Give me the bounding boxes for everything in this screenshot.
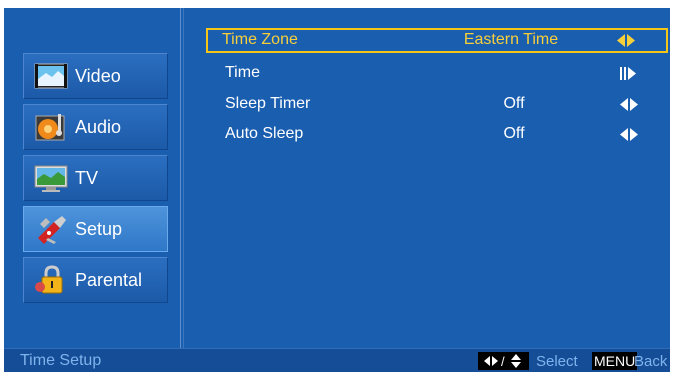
sidebar-divider — [180, 8, 181, 348]
navigate-keys-icon: / — [478, 352, 529, 370]
sidebar-item-label: Setup — [75, 218, 123, 239]
sidebar-item-parental[interactable]: Parental — [23, 257, 168, 303]
sidebar-item-tv[interactable]: TV — [23, 155, 168, 201]
select-hint: Select — [536, 353, 578, 370]
setting-label: Auto Sleep — [225, 125, 304, 142]
sidebar: Video Audio TV Setup Parental — [4, 8, 180, 348]
setting-row-time-zone[interactable]: Time Zone Eastern Time — [206, 28, 668, 53]
menu-key-badge: MENU — [592, 352, 638, 370]
svg-text:/: / — [501, 354, 505, 369]
video-icon — [34, 61, 68, 91]
left-right-arrows-icon[interactable] — [619, 128, 639, 141]
parental-lock-icon — [34, 265, 68, 295]
sidebar-item-label: TV — [75, 167, 99, 188]
left-right-arrows-icon[interactable] — [616, 34, 636, 47]
setting-label: Time — [225, 64, 260, 81]
setting-value: Eastern Time — [463, 31, 559, 48]
setting-label: Sleep Timer — [225, 95, 311, 112]
sidebar-item-label: Video — [75, 65, 121, 86]
setting-value: Off — [503, 125, 525, 142]
setting-value: Off — [503, 95, 525, 112]
setting-row-sleep-timer[interactable]: Sleep Timer Off — [209, 92, 669, 117]
osd-menu-screen: Video Audio TV Setup Parental Time Zone … — [4, 8, 670, 372]
sidebar-item-label: Parental — [75, 269, 143, 290]
footer-bar: Time Setup / Select MENU Back — [4, 348, 670, 372]
left-right-arrows-icon[interactable] — [619, 98, 639, 111]
enter-arrow-icon[interactable] — [619, 67, 639, 80]
setting-row-time[interactable]: Time — [209, 61, 669, 86]
tv-icon — [34, 163, 68, 193]
footer-title: Time Setup — [20, 352, 102, 369]
back-hint: Back — [634, 353, 668, 370]
sidebar-item-audio[interactable]: Audio — [23, 104, 168, 150]
setting-row-auto-sleep[interactable]: Auto Sleep Off — [209, 122, 669, 147]
sidebar-item-video[interactable]: Video — [23, 53, 168, 99]
setup-icon — [34, 214, 68, 244]
audio-icon — [34, 112, 68, 142]
setting-label: Time Zone — [222, 31, 298, 48]
sidebar-item-label: Audio — [75, 116, 122, 137]
sidebar-item-setup[interactable]: Setup — [23, 206, 168, 252]
sidebar-divider — [183, 8, 184, 348]
